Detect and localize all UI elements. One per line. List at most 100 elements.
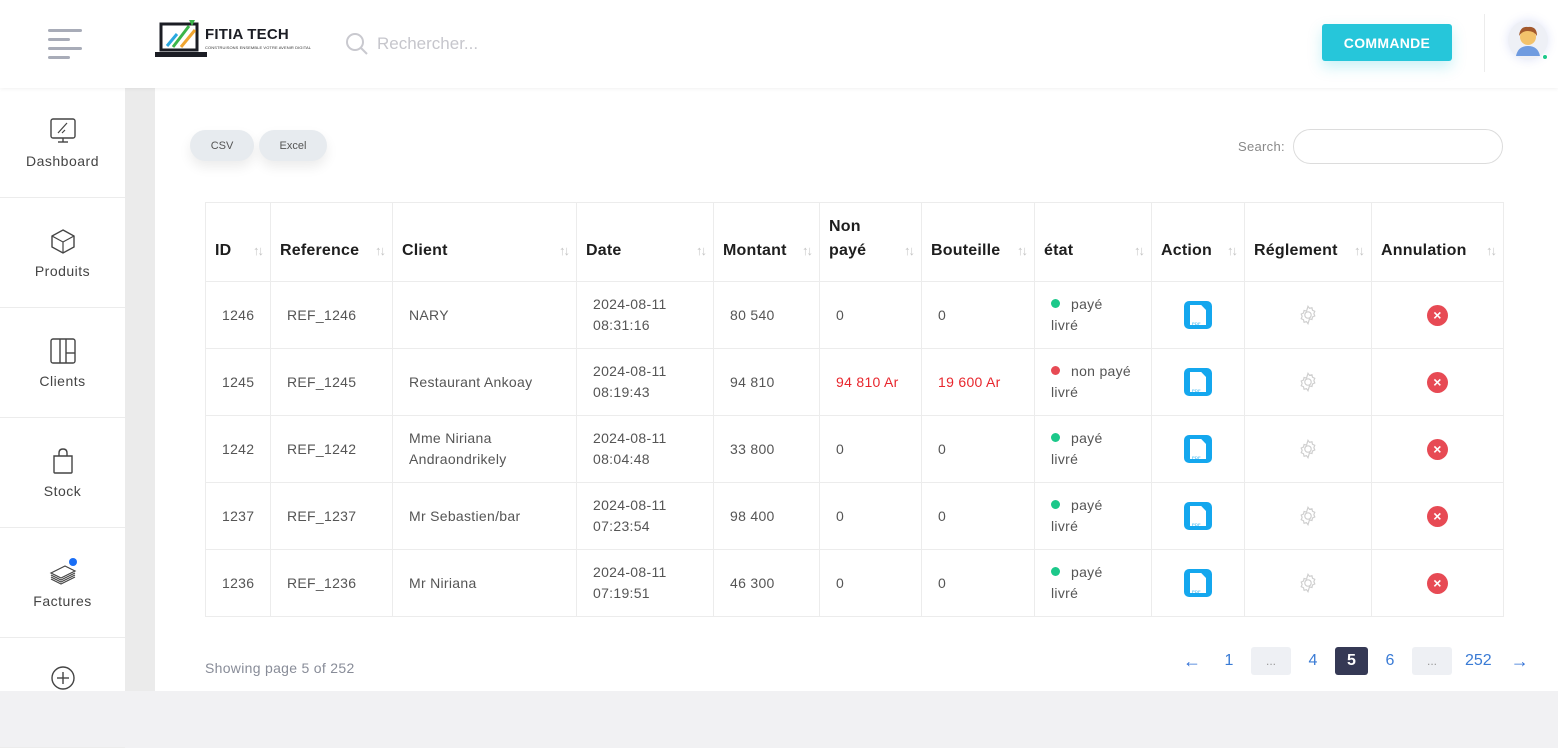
menu-toggle-button[interactable] (48, 27, 82, 59)
export-csv-button[interactable]: CSV (190, 130, 254, 161)
column-header-non-paye[interactable]: Non payé ↑↓ (819, 202, 922, 282)
column-header-annulation[interactable]: Annulation ↑↓ (1371, 202, 1504, 282)
status-badge: payé (1071, 296, 1103, 312)
status-badge: non payé (1071, 363, 1132, 379)
sort-icon[interactable]: ↑↓ (696, 239, 707, 263)
column-header-etat[interactable]: état ↑↓ (1034, 202, 1152, 282)
global-search-input[interactable] (377, 34, 597, 54)
cell-date: 2024-08-11 08:04:48 (576, 415, 714, 483)
page-button-current[interactable]: 5 (1335, 647, 1368, 675)
status-dot (1051, 366, 1060, 375)
table-row[interactable]: 1246 REF_1246 NARY 2024-08-11 08:31:16 80… (205, 281, 1504, 349)
gear-icon[interactable] (1297, 371, 1319, 393)
cell-client: NARY (392, 281, 577, 349)
table-row[interactable]: 1237 REF_1237 Mr Sebastien/bar 2024-08-1… (205, 482, 1504, 550)
sort-icon[interactable]: ↑↓ (1354, 239, 1365, 263)
gear-icon[interactable] (1297, 304, 1319, 326)
status-badge: payé (1071, 497, 1103, 513)
column-header-bouteille[interactable]: Bouteille ↑↓ (921, 202, 1035, 282)
pdf-file-icon: PDF (1190, 439, 1206, 459)
page-ellipsis[interactable]: ... (1251, 647, 1291, 675)
cell-etat: payé livré (1034, 549, 1152, 617)
gear-icon[interactable] (1297, 505, 1319, 527)
sidebar-item-dashboard[interactable]: Dashboard (0, 88, 125, 198)
commande-button[interactable]: COMMANDE (1322, 24, 1452, 61)
pdf-download-button[interactable]: PDF (1184, 569, 1212, 597)
column-header-action[interactable]: Action ↑↓ (1151, 202, 1245, 282)
pdf-download-button[interactable]: PDF (1184, 368, 1212, 396)
cancel-order-button[interactable]: × (1427, 572, 1448, 594)
prev-page-button[interactable]: ← (1177, 647, 1207, 675)
export-excel-button[interactable]: Excel (259, 130, 327, 161)
cell-action: PDF (1151, 549, 1245, 617)
cell-annulation: × (1371, 482, 1504, 550)
cancel-order-button[interactable]: × (1427, 505, 1448, 527)
cell-client: Mr Sebastien/bar (392, 482, 577, 550)
cell-id: 1246 (205, 281, 271, 349)
sort-icon[interactable]: ↑↓ (1227, 239, 1238, 263)
column-header-id[interactable]: ID ↑↓ (205, 202, 271, 282)
column-label: Réglement (1254, 242, 1338, 259)
user-avatar[interactable] (1508, 20, 1548, 60)
cell-non-paye: 94 810 Ar (819, 348, 922, 416)
page-button-6[interactable]: 6 (1375, 647, 1405, 675)
cell-action: PDF (1151, 482, 1245, 550)
status-dot (1051, 433, 1060, 442)
column-label: Annulation (1381, 242, 1467, 259)
sort-icon[interactable]: ↑↓ (375, 239, 386, 263)
sidebar-item-add[interactable] (0, 638, 125, 748)
laptop-chart-icon (155, 20, 207, 57)
sidebar-item-stock[interactable]: Stock (0, 418, 125, 528)
column-header-client[interactable]: Client ↑↓ (392, 202, 577, 282)
cell-reglement (1244, 549, 1372, 617)
column-header-montant[interactable]: Montant ↑↓ (713, 202, 820, 282)
page-button-252[interactable]: 252 (1459, 647, 1498, 675)
column-header-date[interactable]: Date ↑↓ (576, 202, 714, 282)
pdf-icon-label: PDF (1192, 522, 1201, 527)
pagination-info: Showing page 5 of 252 (205, 660, 355, 676)
gear-icon[interactable] (1297, 572, 1319, 594)
next-page-button[interactable]: → (1505, 647, 1535, 675)
cell-bouteille: 0 (921, 281, 1035, 349)
page-ellipsis[interactable]: ... (1412, 647, 1452, 675)
sort-icon[interactable]: ↑↓ (1134, 239, 1145, 263)
company-logo[interactable]: FITIA TECH CONSTRUISONS ENSEMBLE VOTRE A… (155, 16, 311, 60)
page-button-4[interactable]: 4 (1298, 647, 1328, 675)
pdf-download-button[interactable]: PDF (1184, 301, 1212, 329)
sort-icon[interactable]: ↑↓ (559, 239, 570, 263)
table-row[interactable]: 1236 REF_1236 Mr Niriana 2024-08-11 07:19… (205, 549, 1504, 617)
sort-icon[interactable]: ↑↓ (904, 239, 915, 263)
cancel-order-button[interactable]: × (1427, 438, 1448, 460)
table-row[interactable]: 1245 REF_1245 Restaurant Ankoay 2024-08-… (205, 348, 1504, 416)
cell-id: 1236 (205, 549, 271, 617)
cancel-order-button[interactable]: × (1427, 304, 1448, 326)
column-header-reglement[interactable]: Réglement ↑↓ (1244, 202, 1372, 282)
sort-icon[interactable]: ↑↓ (802, 239, 813, 263)
online-status-dot (1542, 54, 1548, 60)
pdf-file-icon: PDF (1190, 305, 1206, 325)
date-value: 2024-08-11 (593, 430, 667, 446)
pdf-download-button[interactable]: PDF (1184, 502, 1212, 530)
column-header-reference[interactable]: Reference ↑↓ (270, 202, 393, 282)
cancel-order-button[interactable]: × (1427, 371, 1448, 393)
page-button-1[interactable]: 1 (1214, 647, 1244, 675)
pdf-download-button[interactable]: PDF (1184, 435, 1212, 463)
sidebar-item-factures[interactable]: Factures (0, 528, 125, 638)
cell-etat: payé livré (1034, 482, 1152, 550)
cell-reglement (1244, 348, 1372, 416)
gear-icon[interactable] (1297, 438, 1319, 460)
sidebar-item-clients[interactable]: Clients (0, 308, 125, 418)
table-search-input[interactable] (1293, 129, 1503, 164)
cell-date: 2024-08-11 08:31:16 (576, 281, 714, 349)
pdf-file-icon: PDF (1190, 573, 1206, 593)
pdf-icon-label: PDF (1192, 589, 1201, 594)
sort-icon[interactable]: ↑↓ (1486, 239, 1497, 263)
pagination: ← 1... 4 5 6... 252 → (1177, 646, 1542, 676)
cell-etat: payé livré (1034, 281, 1152, 349)
sort-icon[interactable]: ↑↓ (1017, 239, 1028, 263)
cell-action: PDF (1151, 415, 1245, 483)
sort-icon[interactable]: ↑↓ (253, 239, 264, 263)
sidebar-item-produits[interactable]: Produits (0, 198, 125, 308)
cell-non-paye: 0 (819, 549, 922, 617)
table-row[interactable]: 1242 REF_1242 Mme Niriana Andraondrikely… (205, 415, 1504, 483)
